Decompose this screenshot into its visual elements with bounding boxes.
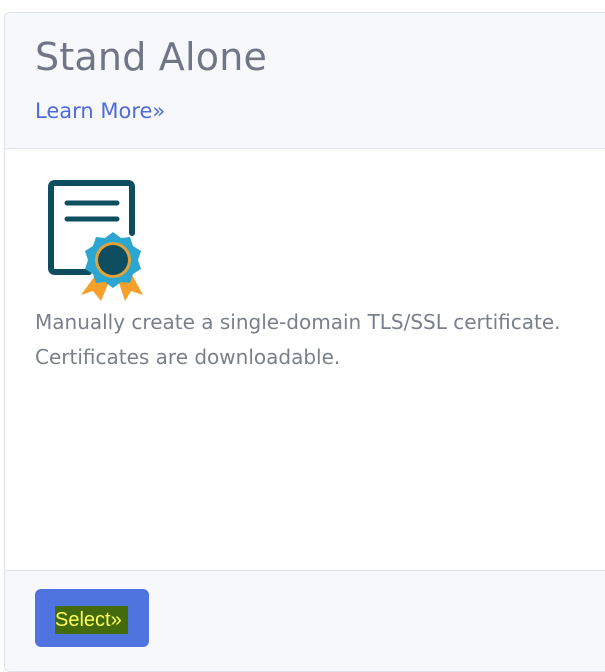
select-button[interactable]: Select»: [35, 589, 149, 647]
certificate-icon: [48, 180, 143, 301]
card-footer: Select»: [5, 570, 605, 671]
plan-card-stand-alone: Stand Alone Learn More» Manually create …: [4, 12, 605, 672]
learn-more-link[interactable]: Learn More»: [35, 99, 165, 123]
card-description: Manually create a single-domain TLS/SSL …: [35, 310, 561, 369]
card-title: Stand Alone: [35, 35, 268, 79]
card-body: Manually create a single-domain TLS/SSL …: [5, 149, 605, 570]
card-header: Stand Alone Learn More»: [5, 13, 605, 149]
select-button-label: Select»: [55, 606, 128, 634]
